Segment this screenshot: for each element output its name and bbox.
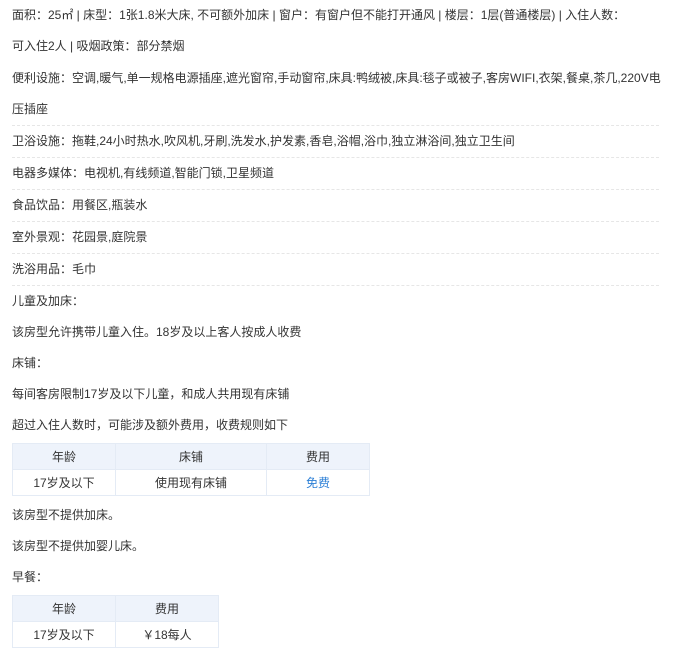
children-policy: 该房型允许携带儿童入住。18岁及以上客人按成人收费 — [12, 325, 302, 339]
breakfast-fee-table: 年龄 费用 17岁及以下 ￥18每人 — [12, 595, 219, 648]
header-fee: 费用 — [266, 443, 370, 470]
header-bed: 床铺 — [115, 443, 267, 470]
table-row: 17岁及以下 使用现有床铺 免费 — [12, 469, 370, 496]
facility-convenience: 便利设施：空调,暖气,单一规格电源插座,遮光窗帘,手动窗帘,床具:鸭绒被,床具:… — [12, 62, 663, 125]
room-detail-panel: 面积：25㎡ | 床型：1张1.8米大床, 不可额外加床 | 窗户：有窗户但不能… — [0, 0, 663, 648]
header-age: 年龄 — [12, 595, 116, 622]
facility-bathroom: 卫浴设施：拖鞋,24小时热水,吹风机,牙刷,洗发水,护发素,香皂,浴帽,浴巾,独… — [12, 134, 515, 148]
room-info-line-1: 面积：25㎡ | 床型：1张1.8米大床, 不可额外加床 | 窗户：有窗户但不能… — [12, 8, 626, 22]
cell-fee: ￥18每人 — [115, 621, 219, 648]
cell-age: 17岁及以下 — [12, 621, 116, 648]
facility-convenience-line-2: 压插座 — [12, 102, 49, 116]
cell-age: 17岁及以下 — [12, 469, 116, 496]
table-header-row: 年龄 费用 — [12, 595, 219, 622]
facility-food: 食品饮品：用餐区,瓶装水 — [12, 198, 148, 212]
bedding-title: 床铺： — [12, 356, 49, 370]
header-age: 年龄 — [12, 443, 116, 470]
room-info-line-2: 可入住2人 | 吸烟政策：部分禁烟 — [12, 39, 185, 53]
child-bed-fee-table: 年龄 床铺 费用 17岁及以下 使用现有床铺 免费 — [12, 443, 370, 496]
facility-toiletries: 洗浴用品：毛巾 — [12, 262, 97, 276]
cell-fee-free: 免费 — [266, 469, 370, 496]
extra-fee-rule: 超过入住人数时，可能涉及额外费用，收费规则如下 — [12, 418, 289, 432]
table-row: 17岁及以下 ￥18每人 — [12, 621, 219, 648]
facility-media: 电器多媒体：电视机,有线频道,智能门锁,卫星频道 — [12, 166, 275, 180]
facility-convenience-line-1: 便利设施：空调,暖气,单一规格电源插座,遮光窗帘,手动窗帘,床具:鸭绒被,床具:… — [12, 71, 661, 85]
bedding-rule: 每间客房限制17岁及以下儿童，和成人共用现有床铺 — [12, 387, 290, 401]
children-title: 儿童及加床： — [12, 294, 85, 308]
facility-view: 室外景观：花园景,庭院景 — [12, 230, 148, 244]
no-crib-note: 该房型不提供加婴儿床。 — [12, 539, 145, 553]
table-header-row: 年龄 床铺 费用 — [12, 443, 370, 470]
no-extra-bed-note: 该房型不提供加床。 — [12, 508, 121, 522]
header-fee: 费用 — [115, 595, 219, 622]
cell-bed: 使用现有床铺 — [115, 469, 267, 496]
breakfast-title: 早餐： — [12, 570, 49, 584]
